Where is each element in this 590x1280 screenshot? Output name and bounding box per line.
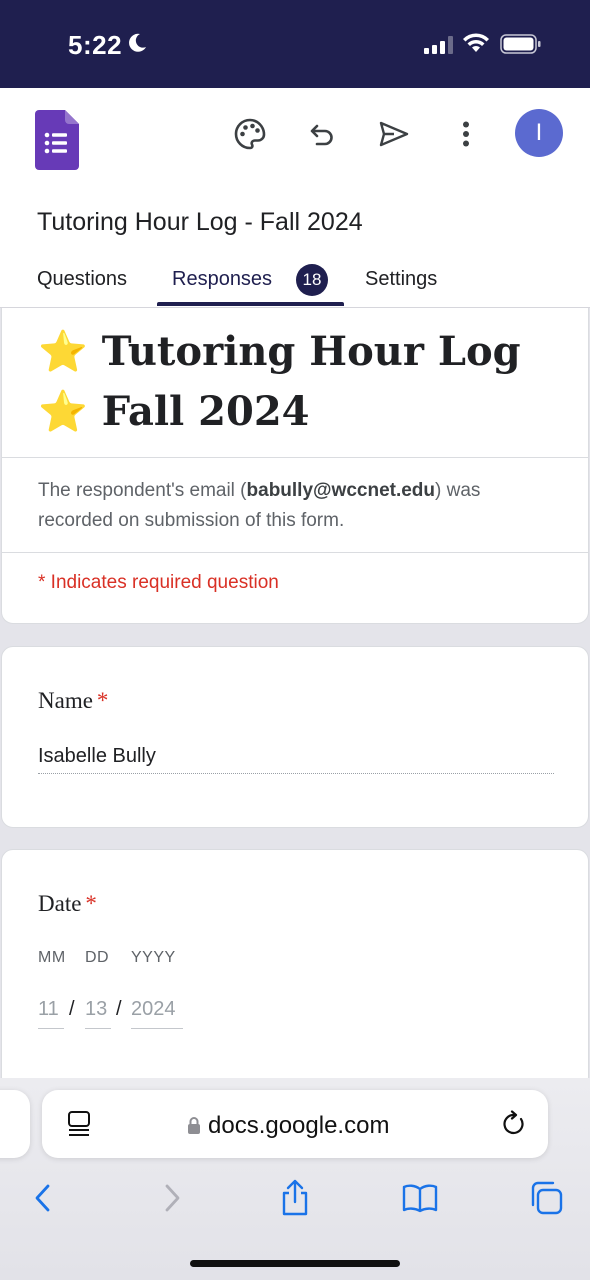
required-asterisk: * [96,688,109,713]
account-avatar[interactable]: I [515,109,563,157]
answer-underline [38,773,554,774]
document-title: Tutoring Hour Log - Fall 2024 [37,208,363,236]
forward-icon[interactable] [150,1176,194,1220]
send-icon[interactable] [374,114,414,154]
home-indicator [190,1260,400,1267]
browser-toolbar: docs.google.com [0,1078,590,1280]
responses-count-badge: 18 [296,264,328,296]
divider [2,552,588,553]
google-forms-logo-icon[interactable] [35,110,79,170]
name-answer: Isabelle Bully [38,745,156,767]
date-separator: / [69,998,75,1020]
form-title: ⭐ Tutoring Hour Log ⭐ Fall 2024 [38,328,521,435]
date-separator: / [116,998,122,1020]
date-year-underline [131,1028,183,1029]
divider [2,457,588,458]
tab-responses[interactable]: Responses [172,268,272,291]
moon-icon [129,33,146,52]
date-month-label: MM [38,949,66,966]
reload-icon[interactable] [500,1110,528,1138]
back-icon[interactable] [21,1176,65,1220]
respondent-email: babully@wccnet.edu [246,480,436,501]
question-label: Date * [38,891,97,916]
url-text: docs.google.com [208,1112,390,1139]
previous-tab-preview[interactable] [0,1090,30,1158]
page-menu-icon[interactable] [66,1110,92,1138]
date-year-label: YYYY [131,949,176,966]
undo-icon[interactable] [302,114,342,154]
tabs-icon[interactable] [524,1176,568,1220]
required-asterisk: * [85,891,97,916]
required-question-note: * Indicates required question [38,572,279,593]
tab-settings[interactable]: Settings [365,268,437,291]
palette-icon[interactable] [230,114,270,154]
status-bar: 5:22 [0,0,590,88]
battery-icon [500,34,541,54]
question-label: Name * [38,688,109,713]
question-card-date: Date * MM DD YYYY 11 / 13 / 2024 [1,849,589,1089]
cellular-signal-icon [424,36,453,54]
share-icon[interactable] [273,1176,317,1220]
tab-questions[interactable]: Questions [37,268,127,291]
tab-bar: Questions Responses 18 Settings [0,264,590,308]
date-day-value: 13 [85,998,108,1020]
date-month-underline [38,1028,64,1029]
form-header-card: ⭐ Tutoring Hour Log ⭐ Fall 2024 The resp… [1,308,589,624]
date-day-label: DD [85,949,110,966]
active-tab-indicator [157,302,344,306]
bookmarks-icon[interactable] [398,1176,442,1220]
wifi-icon [463,33,489,52]
more-options-icon[interactable] [446,114,486,154]
question-card-name: Name * Isabelle Bully [1,646,589,828]
app-header: I Tutoring Hour Log - Fall 2024 Question… [0,88,590,308]
date-day-underline [85,1028,111,1029]
respondent-email-note: The respondent's email (babully@wccnet.e… [38,480,481,531]
status-time: 5:22 [68,30,123,60]
lock-icon [188,1117,200,1134]
date-year-value: 2024 [131,998,176,1020]
date-month-value: 11 [38,998,59,1020]
address-bar[interactable]: docs.google.com [42,1090,548,1158]
